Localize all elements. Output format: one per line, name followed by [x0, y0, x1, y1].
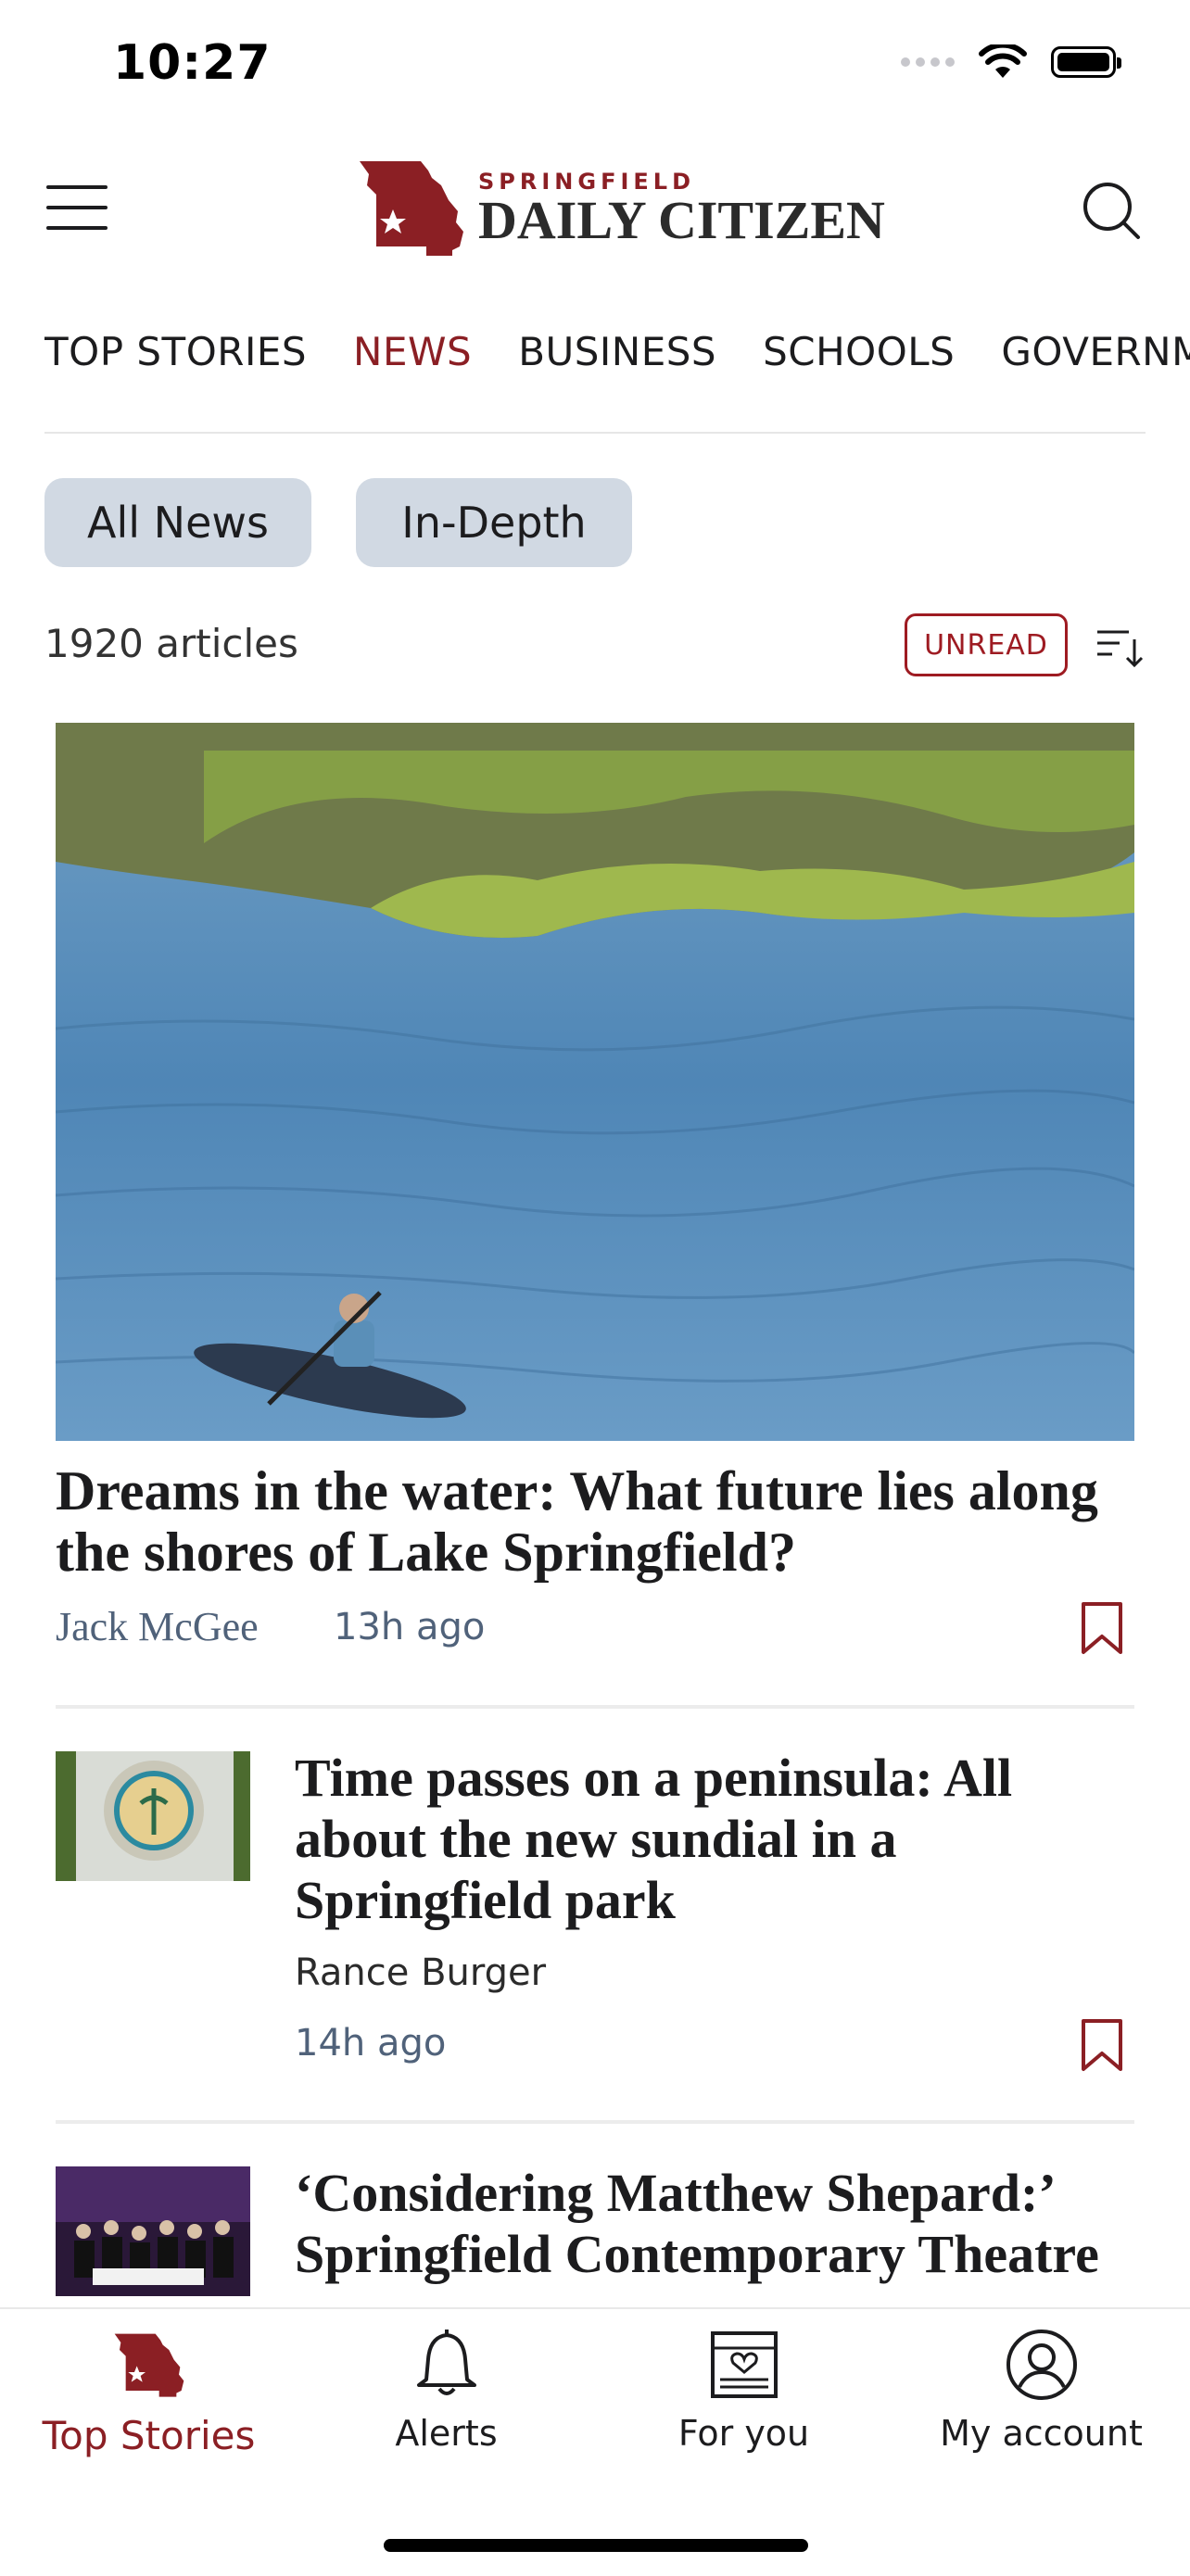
hero-article-title[interactable]: Dreams in the water: What future lies al… [56, 1460, 1131, 1583]
tab-government[interactable]: GOVERNME [1001, 329, 1190, 374]
bottom-navigation: Top Stories Alerts For you My account [0, 2307, 1190, 2576]
article-title[interactable]: Time passes on a peninsula: All about th… [295, 1748, 1134, 1931]
filter-all-news[interactable]: All News [44, 478, 311, 567]
article-title[interactable]: ‘Considering Matthew Shepard:’ Springfie… [295, 2163, 1134, 2307]
nav-label: Alerts [395, 2413, 498, 2454]
status-icons [901, 44, 1121, 80]
nav-for-you[interactable]: For you [595, 2328, 892, 2454]
cellular-signal-icon [901, 57, 955, 67]
tabs-divider [44, 432, 1146, 434]
home-indicator [384, 2539, 808, 2552]
account-icon [1006, 2330, 1077, 2400]
tab-news[interactable]: NEWS [353, 329, 472, 374]
nav-top-stories[interactable]: Top Stories [0, 2328, 298, 2458]
article-thumbnail[interactable] [56, 1751, 250, 1881]
tab-top-stories[interactable]: TOP STORIES [44, 329, 307, 374]
hero-article-image[interactable] [56, 723, 1134, 1441]
search-icon[interactable] [1079, 178, 1144, 243]
article-divider [56, 2120, 1134, 2124]
missouri-state-icon [114, 2333, 184, 2397]
article-count: 1920 articles [44, 621, 298, 666]
battery-icon [1051, 46, 1121, 78]
bell-icon [416, 2330, 476, 2395]
newspaper-icon [710, 2331, 778, 2398]
status-time: 10:27 [113, 35, 272, 91]
tab-business[interactable]: BUSINESS [518, 329, 716, 374]
menu-icon[interactable] [46, 185, 108, 230]
article-time: 14h ago [295, 2022, 447, 2065]
sort-icon[interactable] [1095, 625, 1144, 669]
section-tabs: TOP STORIES NEWS BUSINESS SCHOOLS GOVERN… [44, 329, 1190, 374]
article-divider [56, 1705, 1134, 1709]
article-author: Rance Burger [295, 1951, 547, 1994]
hero-article-author: Jack McGee [56, 1604, 259, 1649]
logo-big-text: DAILY CITIZEN [478, 190, 885, 250]
hero-article-time: 13h ago [334, 1606, 486, 1648]
nav-alerts[interactable]: Alerts [298, 2328, 595, 2454]
tab-schools[interactable]: SCHOOLS [763, 329, 955, 374]
nav-label: Top Stories [42, 2413, 256, 2458]
nav-label: For you [677, 2413, 810, 2454]
unread-filter-button[interactable]: UNREAD [905, 613, 1068, 676]
app-logo[interactable]: SPRINGFIELD DAILY CITIZEN [356, 158, 885, 258]
article-thumbnail[interactable] [56, 2166, 250, 2296]
bookmark-icon[interactable] [1081, 1601, 1123, 1655]
nav-my-account[interactable]: My account [892, 2328, 1190, 2454]
missouri-state-icon [360, 161, 463, 256]
wifi-icon [979, 44, 1027, 78]
filter-in-depth[interactable]: In-Depth [356, 478, 632, 567]
nav-label: My account [940, 2413, 1143, 2454]
bookmark-icon[interactable] [1081, 2018, 1123, 2072]
